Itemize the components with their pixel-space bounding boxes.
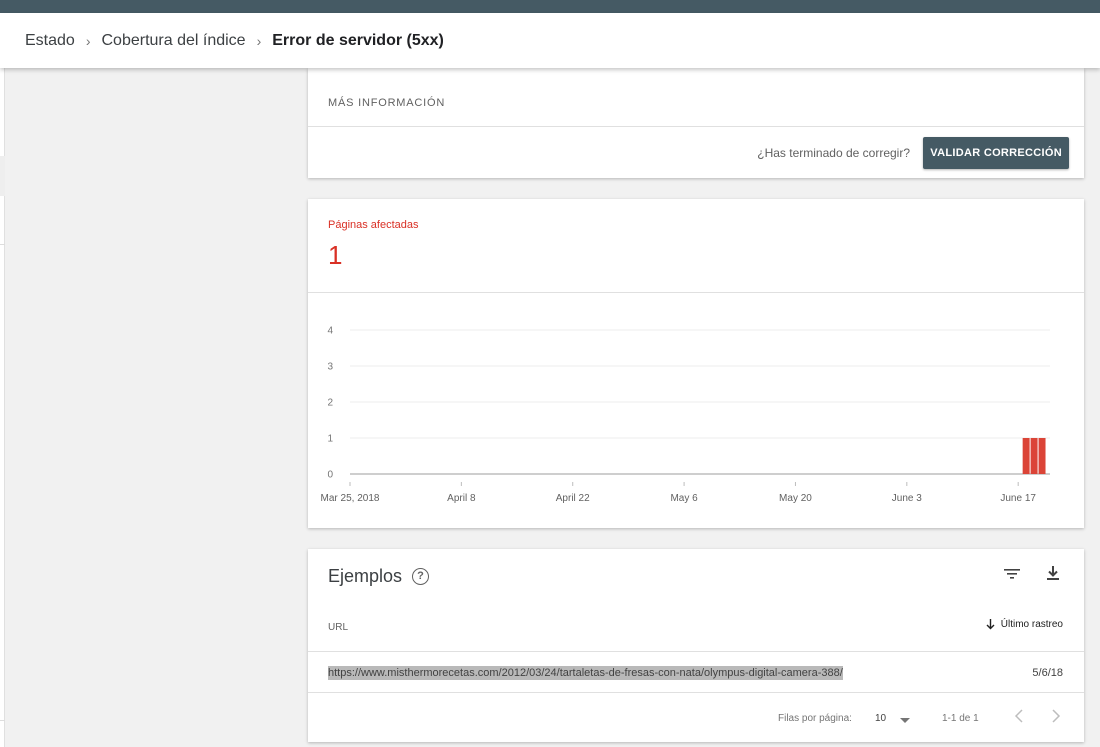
sidebar: [0, 68, 5, 747]
affected-pages-count: 1: [328, 240, 343, 270]
affected-pages-card: Páginas afectadas 1 0 1 2 3 4 Mar 25, 2018 Apr…: [308, 199, 1084, 528]
top-app-bar: [0, 0, 1100, 13]
x-tick-label: June 3: [892, 493, 922, 504]
chart-bar: [1022, 438, 1030, 474]
affected-pages-chart: 0 1 2 3 4 Mar 25, 2018 April 8 April 22 May 6 May…: [321, 326, 1050, 504]
sidebar-divider: [0, 244, 5, 245]
sidebar-divider: [0, 720, 5, 721]
y-tick-label: 0: [327, 470, 333, 481]
column-header-last-crawl-label: Último rastreo: [1000, 619, 1063, 630]
table-row-url[interactable]: https://www.misthermorecetas.com/2012/03…: [328, 666, 843, 680]
examples-card: Ejemplos ? URL Último rastreo https://ww…: [308, 549, 1084, 742]
validate-fix-button[interactable]: VALIDAR CORRECCIÓN: [923, 137, 1069, 169]
breadcrumb-item-cobertura[interactable]: Cobertura del índice: [101, 32, 245, 50]
y-tick-label: 1: [327, 434, 333, 445]
x-tick-label: Mar 25, 2018: [321, 493, 380, 504]
page-title: Error de servidor (5xx): [272, 31, 444, 49]
info-card: MÁS INFORMACIÓN ¿Has terminado de correg…: [308, 68, 1084, 178]
sidebar-item-highlight: [0, 156, 5, 196]
chevron-right-icon: ›: [85, 32, 91, 49]
breadcrumb: Estado › Cobertura del índice › Error de…: [0, 13, 1100, 68]
affected-pages-label: Páginas afectadas: [328, 219, 419, 231]
arrow-down-icon: [986, 619, 995, 630]
filter-icon[interactable]: [1004, 567, 1020, 581]
card-divider: [308, 126, 1084, 127]
examples-title-text: Ejemplos: [328, 566, 403, 586]
examples-title: Ejemplos ?: [328, 566, 430, 587]
pagination-range: 1-1 de 1: [942, 713, 979, 724]
rows-per-page-label: Filas por página:: [778, 713, 852, 724]
rows-per-page-select[interactable]: 10: [875, 713, 886, 724]
breadcrumb-item-estado[interactable]: Estado: [25, 32, 75, 50]
chevron-left-icon[interactable]: [1014, 709, 1024, 723]
chevron-right-icon[interactable]: [1051, 709, 1061, 723]
x-tick-label: April 22: [556, 493, 590, 504]
chevron-right-icon: ›: [256, 32, 262, 49]
table-row-date: 5/6/18: [1032, 667, 1063, 679]
x-tick-label: May 6: [670, 493, 698, 504]
more-info-link[interactable]: MÁS INFORMACIÓN: [328, 97, 445, 109]
caret-down-icon[interactable]: [900, 718, 910, 724]
x-tick-label: April 8: [447, 493, 476, 504]
table-divider: [308, 692, 1084, 693]
x-tick-label: June 17: [1000, 493, 1036, 504]
table-divider: [308, 651, 1084, 652]
column-header-url: URL: [328, 622, 349, 633]
column-header-last-crawl[interactable]: Último rastreo: [986, 619, 1063, 630]
download-icon[interactable]: [1046, 565, 1060, 581]
chart-bar: [1030, 438, 1038, 474]
y-tick-label: 4: [327, 326, 333, 337]
y-tick-label: 3: [327, 362, 333, 373]
y-tick-label: 2: [327, 398, 333, 409]
fix-question-text: ¿Has terminado de corregir?: [757, 146, 910, 160]
x-tick-label: May 20: [779, 493, 812, 504]
chart-bar: [1038, 438, 1046, 474]
help-circle-icon[interactable]: ?: [412, 568, 430, 585]
